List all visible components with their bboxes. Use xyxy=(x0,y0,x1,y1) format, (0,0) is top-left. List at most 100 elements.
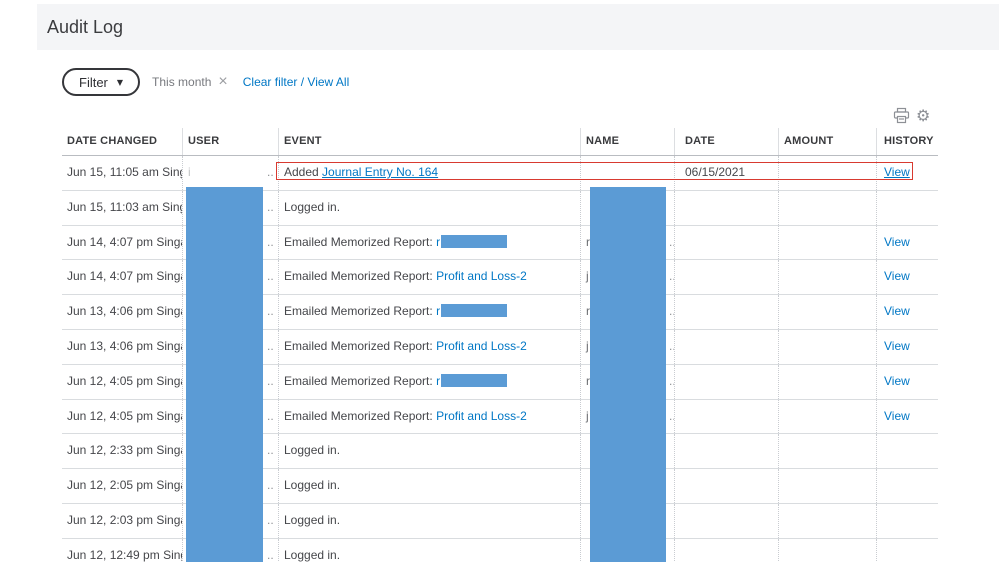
cell-history xyxy=(876,190,938,225)
history-view-link[interactable]: View xyxy=(884,409,910,423)
event-text: Logged in. xyxy=(284,443,341,458)
cell-event: Logged in. xyxy=(278,190,580,225)
history-view-link[interactable]: View xyxy=(884,339,910,353)
user-ellipsis: .. xyxy=(267,234,274,249)
history-view-link[interactable]: View xyxy=(884,235,910,249)
column-header-history: HISTORY xyxy=(876,128,938,155)
filter-button-label: Filter xyxy=(79,74,108,90)
event-text: Logged in. xyxy=(284,199,341,214)
cell-date-changed: Jun 14, 4:07 pm Singa... xyxy=(67,234,182,249)
column-header-user: USER xyxy=(182,128,278,155)
printer-icon[interactable] xyxy=(893,107,910,124)
cell-event: Emailed Memorized Report: Profit and Los… xyxy=(278,399,580,434)
event-text: Emailed Memorized Report: xyxy=(284,269,437,284)
event-link[interactable]: r xyxy=(436,235,440,249)
cell-date xyxy=(674,225,778,260)
cell-date-changed: Jun 12, 2:05 pm Singa... xyxy=(67,478,182,493)
cell-history: View xyxy=(876,364,938,399)
cell-event: Emailed Memorized Report: r xyxy=(278,295,580,329)
filter-button[interactable]: Filter ▼ xyxy=(62,68,141,96)
cell-amount xyxy=(778,295,876,329)
event-link[interactable]: r xyxy=(436,374,440,388)
cell-date-changed: Jun 12, 12:49 pm Sing... xyxy=(67,547,182,562)
cell-history: View xyxy=(876,399,938,434)
cell-amount xyxy=(778,469,876,503)
user-ellipsis: .. xyxy=(267,512,274,527)
cell-date xyxy=(674,190,778,225)
gear-icon[interactable]: ⚙ xyxy=(916,107,933,124)
event-text: Logged in. xyxy=(284,512,341,527)
user-ellipsis: .. xyxy=(267,199,274,214)
user-ellipsis: .. xyxy=(267,373,274,388)
column-header-date: DATE xyxy=(674,128,778,155)
cell-user: i.. xyxy=(182,156,278,190)
event-link[interactable]: r xyxy=(436,304,440,318)
cell-amount xyxy=(778,190,876,225)
table-actions: ⚙ xyxy=(893,107,933,124)
user-ellipsis: .. xyxy=(267,478,274,493)
event-text: Emailed Memorized Report: xyxy=(284,408,437,423)
user-ellipsis: .. xyxy=(267,269,274,284)
event-text: Emailed Memorized Report: xyxy=(284,373,437,388)
cell-history: View xyxy=(876,225,938,260)
user-text: i xyxy=(188,165,191,179)
cell-date xyxy=(674,469,778,503)
page-title: Audit Log xyxy=(47,17,124,37)
redaction-box xyxy=(441,304,508,318)
event-text: Emailed Memorized Report: xyxy=(284,338,437,353)
cell-date-changed: Jun 15, 11:03 am Singa... xyxy=(67,199,182,214)
cell-event: Emailed Memorized Report: Profit and Los… xyxy=(278,329,580,364)
redaction-box xyxy=(441,234,508,248)
user-ellipsis: .. xyxy=(267,165,274,179)
history-view-link[interactable]: View xyxy=(884,269,910,283)
name-text: j xyxy=(586,408,589,423)
cell-history xyxy=(876,538,938,562)
cell-event: Logged in. xyxy=(278,469,580,503)
audit-log-table: DATE CHANGED USER EVENT NAME DATE AMOUNT… xyxy=(62,128,938,562)
active-filter-label: This month xyxy=(152,75,212,89)
cell-event: Emailed Memorized Report: r xyxy=(278,364,580,399)
cell-event: Emailed Memorized Report: r xyxy=(278,225,580,260)
name-text: j xyxy=(586,269,589,284)
column-header-event: EVENT xyxy=(278,128,580,155)
history-view-link[interactable]: View xyxy=(884,374,910,388)
column-header-date-changed: DATE CHANGED xyxy=(67,135,158,147)
column-header-amount: AMOUNT xyxy=(778,128,876,155)
name-redaction-overlay xyxy=(590,187,666,562)
filter-bar: Filter ▼ This month × Clear filter / Vie… xyxy=(62,68,349,96)
cell-date xyxy=(674,329,778,364)
cell-date-changed: Jun 12, 2:03 pm Singa... xyxy=(67,512,182,527)
cell-date xyxy=(674,538,778,562)
clear-filter-link[interactable]: Clear filter / View All xyxy=(243,75,349,89)
event-link[interactable]: Profit and Loss-2 xyxy=(436,409,527,423)
cell-date xyxy=(674,503,778,538)
event-link[interactable]: Profit and Loss-2 xyxy=(436,339,527,353)
cell-date-changed: Jun 15, 11:05 am Singa... xyxy=(67,165,182,179)
cell-amount xyxy=(778,503,876,538)
cell-history xyxy=(876,503,938,538)
cell-history: View xyxy=(876,295,938,329)
event-text: Logged in. xyxy=(284,478,341,493)
user-ellipsis: .. xyxy=(267,408,274,423)
highlight-box xyxy=(276,162,913,180)
user-ellipsis: .. xyxy=(267,304,274,319)
name-text: j xyxy=(586,338,589,353)
cell-date-changed: Jun 13, 4:06 pm Singa... xyxy=(67,338,182,353)
cell-date-changed: Jun 12, 4:05 pm Singa... xyxy=(67,408,182,423)
event-link[interactable]: Profit and Loss-2 xyxy=(436,269,527,283)
cell-date xyxy=(674,260,778,295)
user-ellipsis: .. xyxy=(267,338,274,353)
close-icon[interactable]: × xyxy=(218,74,227,90)
cell-date xyxy=(674,295,778,329)
history-view-link[interactable]: View xyxy=(884,304,910,318)
page-header: Audit Log xyxy=(37,4,999,50)
event-text: Emailed Memorized Report: xyxy=(284,234,437,249)
cell-date-changed: Jun 12, 2:33 pm Singa... xyxy=(67,443,182,458)
cell-date-changed: Jun 14, 4:07 pm Singa... xyxy=(67,269,182,284)
cell-amount xyxy=(778,434,876,469)
cell-history: View xyxy=(876,329,938,364)
cell-event: Logged in. xyxy=(278,503,580,538)
event-text: Logged in. xyxy=(284,547,341,562)
cell-date-changed: Jun 13, 4:06 pm Singa... xyxy=(67,304,182,319)
cell-amount xyxy=(778,329,876,364)
